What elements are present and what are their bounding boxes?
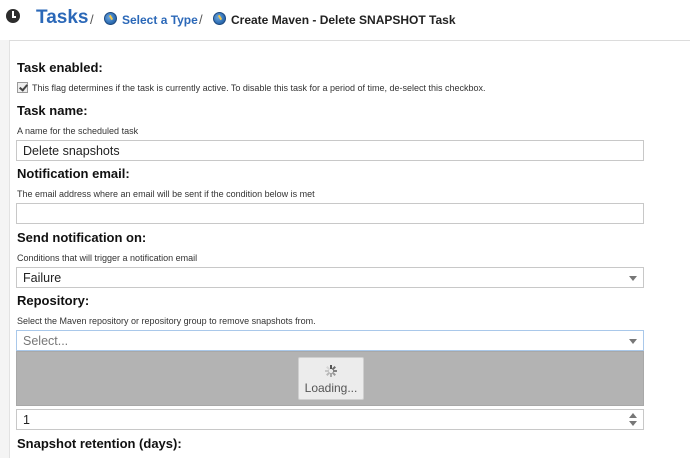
notification-email-label: Notification email: bbox=[17, 166, 130, 181]
task-type-icon bbox=[213, 12, 226, 25]
minimum-snapshot-count-value: 1 bbox=[23, 413, 30, 427]
breadcrumb-select-type[interactable]: Select a Type bbox=[122, 13, 198, 27]
send-notification-value: Failure bbox=[23, 271, 62, 285]
loading-text: Loading... bbox=[304, 381, 358, 395]
snapshot-retention-label: Snapshot retention (days): bbox=[17, 436, 182, 451]
repository-help: Select the Maven repository or repositor… bbox=[17, 316, 316, 326]
task-enabled-checkbox[interactable] bbox=[17, 82, 28, 93]
task-enabled-label: Task enabled: bbox=[17, 60, 103, 75]
notification-email-help: The email address where an email will be… bbox=[17, 189, 315, 199]
task-name-value: Delete snapshots bbox=[23, 144, 120, 158]
send-notification-label: Send notification on: bbox=[17, 230, 147, 245]
breadcrumb-root-tasks[interactable]: Tasks bbox=[36, 7, 88, 29]
breadcrumb-separator: / bbox=[90, 12, 94, 27]
send-notification-help: Conditions that will trigger a notificat… bbox=[17, 253, 198, 263]
task-type-icon bbox=[104, 12, 117, 25]
task-name-input[interactable]: Delete snapshots bbox=[16, 140, 644, 161]
task-name-label: Task name: bbox=[17, 103, 88, 118]
send-notification-select[interactable]: Failure bbox=[16, 267, 644, 288]
spinner-icon bbox=[325, 365, 337, 377]
minimum-snapshot-count-input[interactable]: 1 bbox=[16, 409, 644, 430]
loading-mask: Loading... bbox=[16, 351, 644, 406]
repository-label: Repository: bbox=[17, 293, 90, 308]
clock-icon bbox=[6, 9, 20, 23]
task-enabled-help: This flag determines if the task is curr… bbox=[32, 83, 486, 93]
notification-email-input[interactable] bbox=[16, 203, 644, 224]
chevron-down-icon[interactable] bbox=[629, 276, 637, 281]
panel-gutter bbox=[0, 40, 9, 458]
task-name-help: A name for the scheduled task bbox=[17, 126, 139, 136]
breadcrumb-separator: / bbox=[199, 12, 203, 27]
loading-indicator: Loading... bbox=[298, 357, 364, 400]
repository-select[interactable]: Select... bbox=[16, 330, 644, 351]
chevron-down-icon[interactable] bbox=[629, 339, 637, 344]
repository-placeholder: Select... bbox=[23, 334, 69, 348]
breadcrumb: Tasks / Select a Type / Create Maven - D… bbox=[0, 0, 690, 40]
number-stepper-icon[interactable] bbox=[629, 413, 637, 426]
breadcrumb-current-page: Create Maven - Delete SNAPSHOT Task bbox=[231, 13, 456, 27]
